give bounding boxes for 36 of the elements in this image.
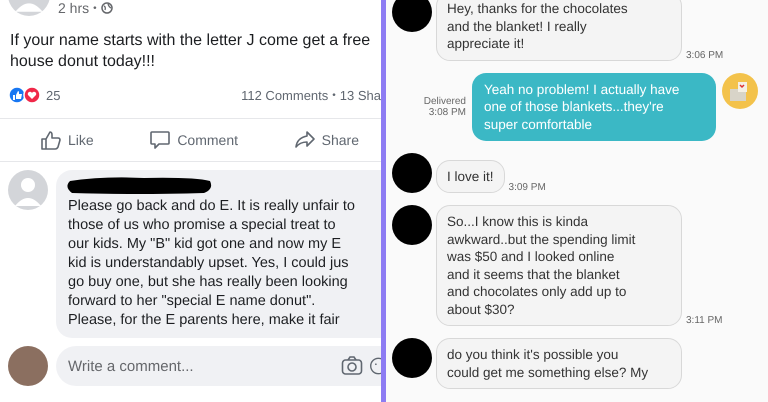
photo-placeholder [8, 346, 48, 386]
message-time: 3:08 PM [428, 106, 466, 118]
share-button[interactable]: Share [292, 127, 361, 153]
separator-dot: • [93, 2, 97, 14]
reaction-count[interactable]: 25 [46, 88, 60, 102]
comments-count[interactable]: 112 Comments [241, 88, 328, 102]
smiley-icon[interactable] [369, 356, 381, 376]
avatar-drawing [722, 72, 758, 108]
post-text: If your name starts with the letter J come get a free house donut today!!! [10, 31, 371, 72]
message-text: So...I know this is kinda awkward..but the spending limit was $50 and I looked online and it seems that the blanket and chocolates only add up to about $30? [447, 213, 636, 318]
separator-dot: • [332, 90, 336, 100]
message-text: do you think it's possible you could get me something else? My [447, 346, 650, 381]
camera-icon[interactable] [341, 356, 363, 376]
message-time: 3:06 PM [686, 50, 724, 60]
comment-button[interactable]: Comment [147, 127, 240, 153]
delivery-status: Delivered [424, 96, 466, 107]
message-time: 3:11 PM [686, 315, 722, 326]
comment-text: Please go back and do E. It is really unfair to those of us who promise a special treat to our kids. My "B" kid got one and now my E kid is understandably upset. Yes, I could jus go buy one, but she has really been looking forward to her "special E name donut". Please, for the E parents here, make it fair [68, 197, 356, 330]
redacted-avatar [392, 0, 432, 32]
reaction-icons[interactable] [8, 86, 42, 104]
speech-bubble-icon [149, 129, 172, 151]
comment-input[interactable]: Write a comment... [56, 346, 381, 386]
message-text: Hey, thanks for the chocolates and the blanket! I really appreciate it! [447, 0, 629, 52]
message-text: I love it! [447, 168, 494, 185]
thumbs-up-icon [40, 129, 62, 151]
redacted-avatar [392, 338, 432, 378]
redacted-avatar [392, 205, 432, 245]
avatar-silhouette [8, 170, 48, 210]
message-time: 3:09 PM [508, 182, 546, 193]
shares-count[interactable]: 13 Sha [340, 88, 381, 102]
redacted-avatar [392, 153, 432, 193]
share-arrow-icon [294, 129, 316, 151]
globe-icon [100, 2, 113, 14]
like-button[interactable]: Like [38, 127, 96, 153]
post-time: 2 hrs [58, 0, 90, 16]
message-text: Yeah no problem! I actually have one of those blankets...they're super comfortable [484, 80, 680, 133]
